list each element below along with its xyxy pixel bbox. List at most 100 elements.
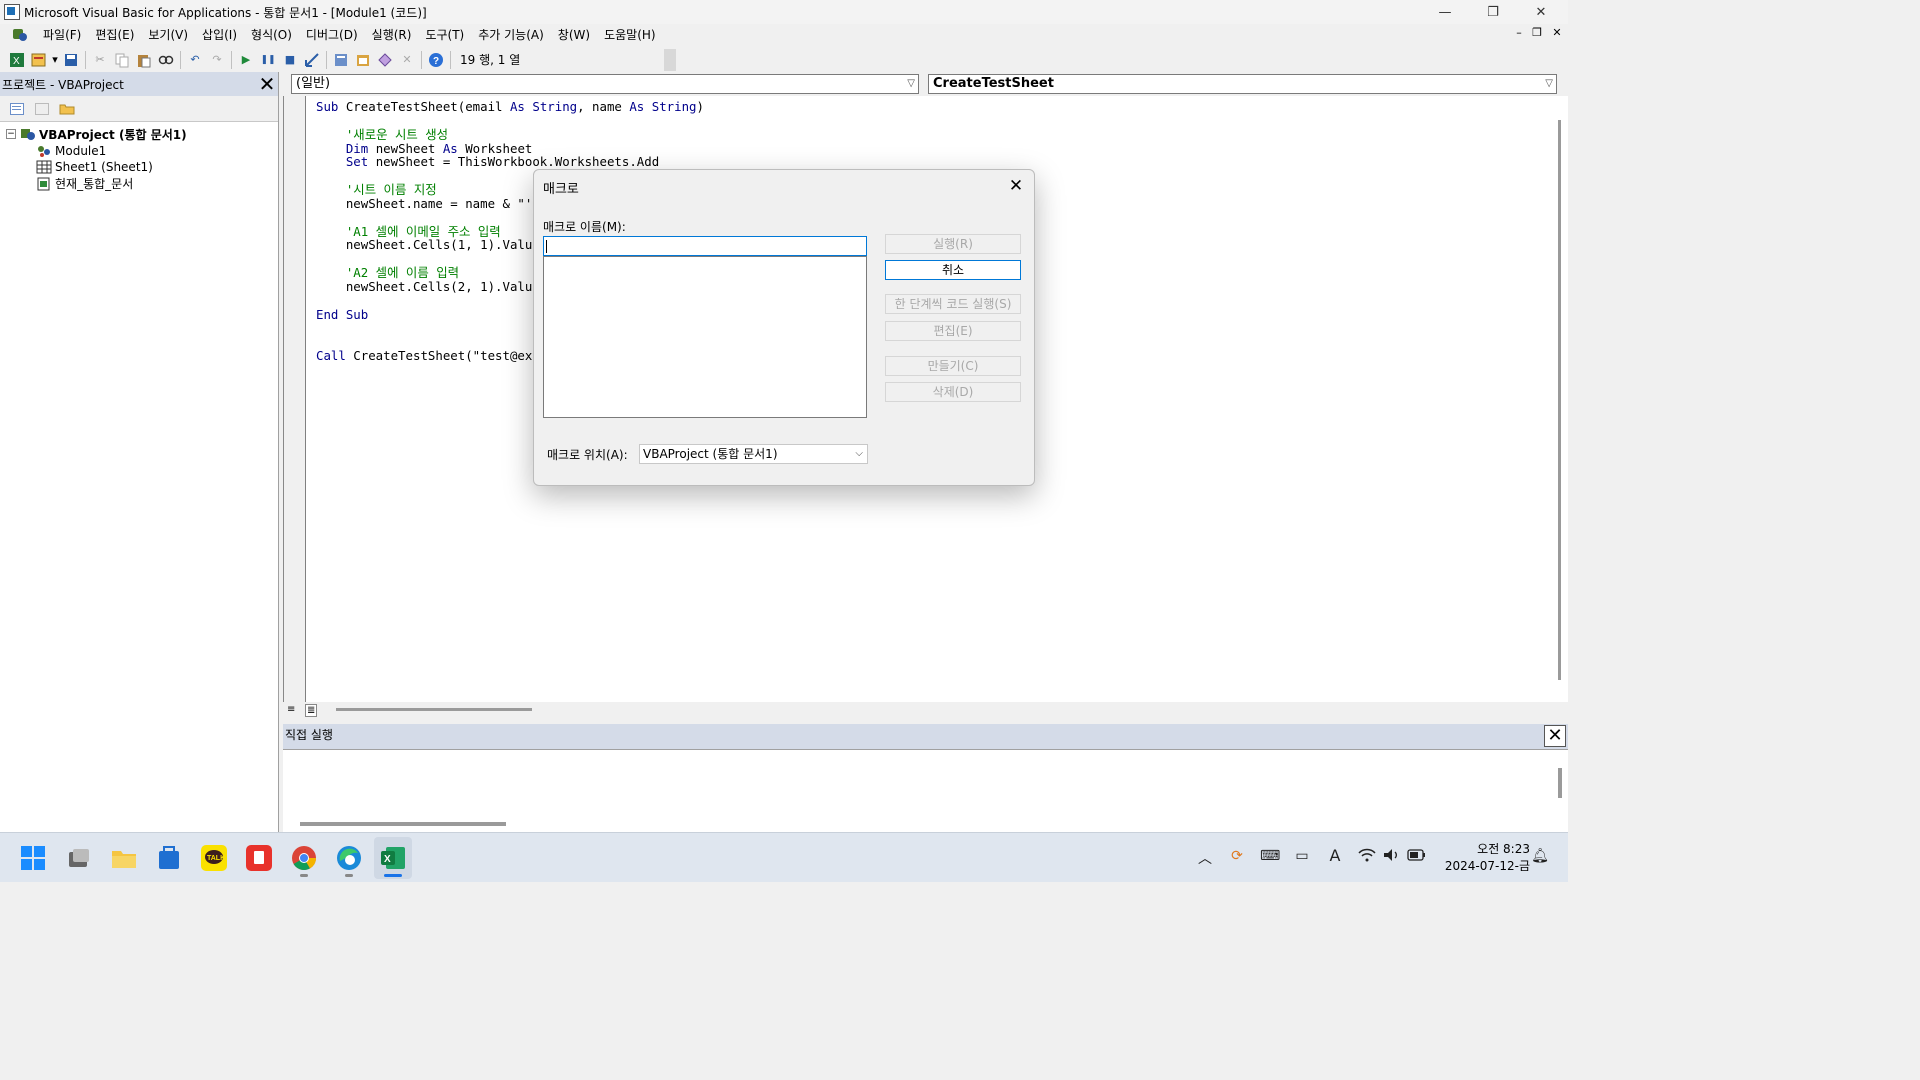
cancel-button[interactable]: 취소 (885, 260, 1021, 280)
run-icon[interactable]: ▶ (235, 49, 257, 71)
menu-help[interactable]: 도움말(H) (597, 25, 663, 45)
cut-icon[interactable]: ✂ (89, 49, 111, 71)
code-vertical-scrollbar[interactable] (1551, 96, 1568, 706)
toolbar-overflow-handle[interactable] (664, 49, 676, 71)
chevron-down-icon[interactable]: ▽ (907, 75, 915, 93)
task-view-icon[interactable] (66, 845, 92, 871)
toolbox-icon[interactable]: ✕ (396, 49, 418, 71)
code-keyword: End Sub (316, 306, 369, 322)
sync-icon[interactable]: ⟳ (1227, 848, 1247, 864)
collapse-icon[interactable]: − (6, 129, 16, 140)
chevron-down-icon[interactable]: ▽ (1545, 75, 1553, 93)
menu-window[interactable]: 창(W) (551, 25, 597, 45)
file-explorer-icon[interactable] (111, 845, 137, 871)
tree-item-sheet1[interactable]: Sheet1 (Sheet1) (6, 159, 278, 176)
edge-icon[interactable] (336, 845, 362, 871)
vba-menu-icon[interactable] (12, 27, 28, 43)
scrollbar-thumb[interactable] (336, 708, 532, 711)
code-line[interactable] (316, 114, 704, 128)
menu-edit[interactable]: 편집(E) (88, 25, 141, 45)
create-button[interactable]: 만들기(C) (885, 356, 1021, 376)
procedure-view-icon[interactable]: ≡ (287, 704, 295, 715)
view-object-icon[interactable] (31, 99, 53, 119)
object-browser-icon[interactable] (374, 49, 396, 71)
wifi-icon[interactable] (1357, 848, 1377, 866)
acrobat-icon[interactable] (246, 845, 272, 871)
toggle-folders-icon[interactable] (56, 99, 78, 119)
menu-addins[interactable]: 추가 기능(A) (471, 25, 551, 45)
touchpad-icon[interactable]: ▭ (1292, 848, 1312, 864)
system-clock[interactable]: 오전 8:23 2024-07-12-금 (1434, 841, 1530, 875)
macro-name-input[interactable] (543, 236, 867, 256)
design-mode-icon[interactable] (301, 49, 323, 71)
macro-location-select[interactable]: VBAProject (통합 문서1) ⌵ (639, 444, 868, 464)
properties-icon[interactable] (352, 49, 374, 71)
code-horizontal-scrollbar[interactable]: ≡ ≣ (283, 702, 1568, 720)
help-icon[interactable]: ? (425, 49, 447, 71)
mdi-close-button[interactable]: ✕ (1547, 26, 1567, 39)
chevron-up-icon[interactable]: ︿ (1195, 848, 1215, 868)
tree-item-thisworkbook[interactable]: 현재_통합_문서 (6, 176, 278, 193)
keyboard-icon[interactable]: ⌨ (1260, 848, 1280, 864)
dialog-close-icon[interactable]: ✕ (1004, 174, 1028, 198)
immediate-window[interactable] (283, 749, 1568, 832)
paste-icon[interactable] (133, 49, 155, 71)
mdi-minimize-button[interactable]: – (1509, 26, 1529, 39)
project-explorer-close-icon[interactable]: ✕ (256, 73, 278, 95)
menu-format[interactable]: 형식(O) (244, 25, 299, 45)
notification-bell-icon[interactable]: 🔔︎ (1530, 848, 1550, 864)
copy-icon[interactable] (111, 49, 133, 71)
break-icon[interactable]: ❚❚ (257, 49, 279, 71)
kakaotalk-icon[interactable]: TALK (201, 845, 227, 871)
code-margin-indicator-bar[interactable] (284, 96, 306, 706)
insert-module-icon[interactable] (28, 49, 50, 71)
project-explorer-toolbar (0, 96, 278, 122)
mdi-restore-button[interactable]: ❐ (1527, 26, 1547, 39)
battery-icon[interactable] (1407, 848, 1427, 866)
excel-icon[interactable]: X (6, 49, 28, 71)
full-module-view-icon[interactable]: ≣ (305, 704, 318, 717)
save-icon[interactable] (60, 49, 82, 71)
microsoft-store-icon[interactable] (156, 845, 182, 871)
procedure-combo[interactable]: CreateTestSheet ▽ (928, 74, 1557, 94)
code-line[interactable]: '새로운 시트 생성 (316, 127, 704, 142)
run-button[interactable]: 실행(R) (885, 234, 1021, 254)
step-into-button[interactable]: 한 단계씩 코드 실행(S) (885, 294, 1021, 314)
menu-file[interactable]: 파일(F) (36, 25, 88, 45)
scrollbar-thumb[interactable] (300, 822, 506, 826)
tree-item-module1[interactable]: Module1 (6, 143, 278, 160)
start-icon[interactable] (20, 845, 46, 871)
close-button[interactable]: ✕ (1518, 0, 1564, 24)
object-combo[interactable]: (일반) ▽ (291, 74, 919, 94)
code-line[interactable]: Dim newSheet As Worksheet (316, 140, 704, 156)
chevron-down-icon[interactable]: ▾ (50, 49, 60, 71)
restore-button[interactable]: ❐ (1470, 0, 1516, 24)
scrollbar-thumb[interactable] (1558, 120, 1561, 680)
view-code-icon[interactable] (6, 99, 28, 119)
code-keyword: Dim (345, 140, 369, 156)
excel-icon[interactable]: X (380, 845, 406, 871)
undo-icon[interactable]: ↶ (184, 49, 206, 71)
minimize-button[interactable]: — (1422, 0, 1468, 24)
edit-button[interactable]: 편집(E) (885, 321, 1021, 341)
reset-icon[interactable]: ■ (279, 49, 301, 71)
menu-view[interactable]: 보기(V) (141, 25, 195, 45)
tree-item-vbaproject[interactable]: − VBAProject (통합 문서1) (6, 126, 278, 143)
chevron-down-icon[interactable]: ⌵ (855, 445, 863, 463)
volume-icon[interactable] (1382, 848, 1402, 866)
find-icon[interactable] (155, 49, 177, 71)
code-line[interactable]: Set newSheet = ThisWorkbook.Worksheets.A… (316, 155, 704, 169)
menu-debug[interactable]: 디버그(D) (299, 25, 365, 45)
menu-run[interactable]: 실행(R) (365, 25, 419, 45)
ime-icon[interactable]: A (1325, 846, 1345, 865)
project-explorer-icon[interactable] (330, 49, 352, 71)
redo-icon[interactable]: ↷ (206, 49, 228, 71)
delete-button[interactable]: 삭제(D) (885, 382, 1021, 402)
menu-insert[interactable]: 삽입(I) (195, 25, 244, 45)
scrollbar-thumb[interactable] (1558, 768, 1562, 798)
macro-list[interactable] (543, 256, 867, 418)
chrome-icon[interactable] (291, 845, 317, 871)
menu-tools[interactable]: 도구(T) (418, 25, 471, 45)
immediate-close-icon[interactable]: ✕ (1544, 725, 1566, 747)
code-line[interactable]: Sub CreateTestSheet(email As String, nam… (316, 100, 704, 114)
